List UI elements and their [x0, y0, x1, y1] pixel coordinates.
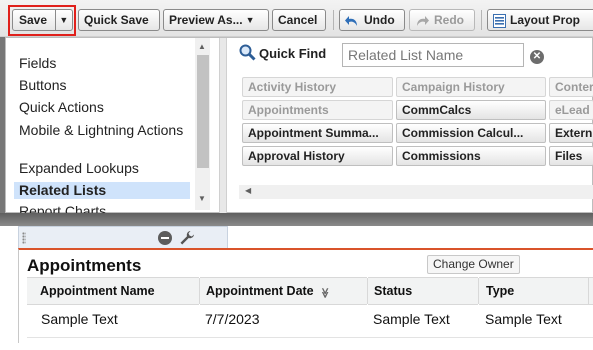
tile-label: Approval History [248, 149, 345, 163]
tiles-horizontal-scrollbar[interactable]: ◀ [239, 185, 593, 199]
category-related-lists[interactable]: Related Lists [14, 182, 190, 199]
category-label: Buttons [19, 77, 67, 93]
quick-save-label: Quick Save [84, 13, 149, 27]
category-label: Expanded Lookups [19, 160, 139, 176]
redo-label: Redo [434, 13, 464, 27]
table-row-divider [27, 337, 593, 338]
category-fields[interactable]: Fields [14, 55, 190, 72]
column-label: Status [374, 284, 413, 298]
cancel-label: Cancel [278, 13, 318, 27]
tile-label: Appointment Summa... [248, 126, 379, 140]
undo-icon [345, 15, 357, 26]
palette-tile-appointments[interactable]: Appointments [242, 100, 393, 120]
related-list-section-handle[interactable] [18, 226, 228, 248]
column-header-appointment-name[interactable]: Appointment Name [27, 277, 199, 305]
palette-tile-approval-history[interactable]: Approval History [242, 146, 393, 166]
clear-search-icon[interactable]: ✕ [530, 50, 544, 64]
column-label: Appointment Name [40, 284, 155, 298]
undo-button[interactable]: Undo [339, 9, 405, 31]
palette-tile-files[interactable]: Files [549, 146, 593, 166]
layout-properties-icon [493, 13, 506, 28]
palette-tile-contents[interactable]: Conter [549, 77, 593, 97]
column-header-appointment-date[interactable]: Appointment Date ≫ [200, 277, 367, 305]
category-quick-actions[interactable]: Quick Actions [14, 99, 190, 116]
save-split-divider [55, 10, 56, 30]
cancel-button[interactable]: Cancel [272, 9, 326, 31]
category-label: Mobile & Lightning Actions [19, 122, 184, 138]
column-header-type[interactable]: Type [479, 277, 593, 305]
tile-label: Campaign History [402, 80, 505, 94]
column-label: Appointment Date [206, 284, 314, 298]
toolbar-separator [481, 10, 482, 30]
chevron-down-icon: ▼ [245, 15, 255, 25]
tile-label: CommCalcs [402, 103, 472, 117]
preview-as-button[interactable]: Preview As... ▼ [163, 9, 269, 31]
tile-label: Appointments [248, 103, 329, 117]
redo-icon [417, 15, 429, 26]
related-list-title: Appointments [27, 256, 142, 275]
scroll-down-icon[interactable]: ▼ [198, 194, 206, 203]
category-label: Quick Actions [19, 99, 104, 115]
quick-save-button[interactable]: Quick Save [78, 9, 160, 31]
tile-label: Commission Calcul... [402, 126, 524, 140]
remove-icon[interactable] [158, 231, 172, 245]
palette-tile-commission-calculations[interactable]: Commission Calcul... [396, 123, 546, 143]
quick-find-input[interactable] [342, 43, 524, 67]
table-cell-status: Sample Text [373, 311, 450, 327]
preview-as-label: Preview As... [169, 13, 243, 27]
category-scrollbar[interactable]: ▲ ▼ [195, 38, 210, 210]
category-label: Fields [19, 55, 57, 71]
quick-find-label: Quick Find [259, 46, 327, 61]
tile-label: Commissions [402, 149, 481, 163]
layout-properties-label: Layout Prop [510, 13, 581, 27]
table-cell-type: Sample Text [485, 311, 562, 327]
wrench-icon[interactable] [179, 230, 195, 246]
tile-label: Conter [555, 80, 593, 94]
palette-panel: Fields Buttons Quick Actions Mobile & Li… [5, 37, 593, 214]
layout-editor-toolbar: Save ▼ Quick Save Preview As... ▼ Cancel … [0, 0, 593, 37]
toolbar-separator [333, 10, 334, 30]
table-cell-appointment-name: Sample Text [41, 311, 118, 327]
redo-button[interactable]: Redo [409, 9, 475, 31]
palette-bottom-edge [0, 213, 593, 226]
palette-tile-activity-history[interactable]: Activity History [242, 77, 393, 97]
tile-label: Extern [555, 126, 593, 140]
column-header-status[interactable]: Status [368, 277, 478, 305]
save-button[interactable]: Save ▼ [12, 9, 73, 31]
column-label: Type [486, 284, 515, 298]
drag-handle-icon[interactable] [22, 232, 26, 244]
category-label: Related Lists [19, 182, 107, 198]
scroll-up-icon[interactable]: ▲ [198, 42, 206, 51]
column-divider [588, 278, 589, 304]
table-cell-appointment-date: 7/7/2023 [205, 311, 260, 327]
undo-label: Undo [364, 13, 395, 27]
category-mobile-lightning-actions[interactable]: Mobile & Lightning Actions [14, 122, 184, 139]
save-dropdown-icon[interactable]: ▼ [59, 10, 68, 30]
palette-tile-elead[interactable]: eLead [549, 100, 593, 120]
category-buttons[interactable]: Buttons [14, 77, 190, 94]
category-expanded-lookups[interactable]: Expanded Lookups [14, 160, 190, 177]
palette-tile-campaign-history[interactable]: Campaign History [396, 77, 546, 97]
palette-tile-commcalcs[interactable]: CommCalcs [396, 100, 546, 120]
magnifier-icon [239, 44, 256, 61]
tile-label: Activity History [248, 80, 337, 94]
sort-descending-icon[interactable]: ≫ [311, 288, 337, 298]
layout-properties-button[interactable]: Layout Prop [487, 9, 593, 31]
palette-tile-appointment-summary[interactable]: Appointment Summa... [242, 123, 393, 143]
tile-label: Files [555, 149, 583, 163]
palette-tile-commissions[interactable]: Commissions [396, 146, 546, 166]
scrollbar-thumb[interactable] [197, 55, 209, 168]
tile-label: eLead [555, 103, 590, 117]
change-owner-button[interactable]: Change Owner [427, 255, 520, 274]
save-button-label: Save [19, 13, 48, 27]
palette-tile-external[interactable]: Extern [549, 123, 593, 143]
scroll-left-icon[interactable]: ◀ [245, 186, 251, 195]
category-list: Fields Buttons Quick Actions Mobile & Li… [6, 38, 210, 214]
palette-divider[interactable] [219, 38, 227, 214]
related-list-appointments[interactable]: Appointments Change Owner Appointment Na… [18, 248, 593, 343]
